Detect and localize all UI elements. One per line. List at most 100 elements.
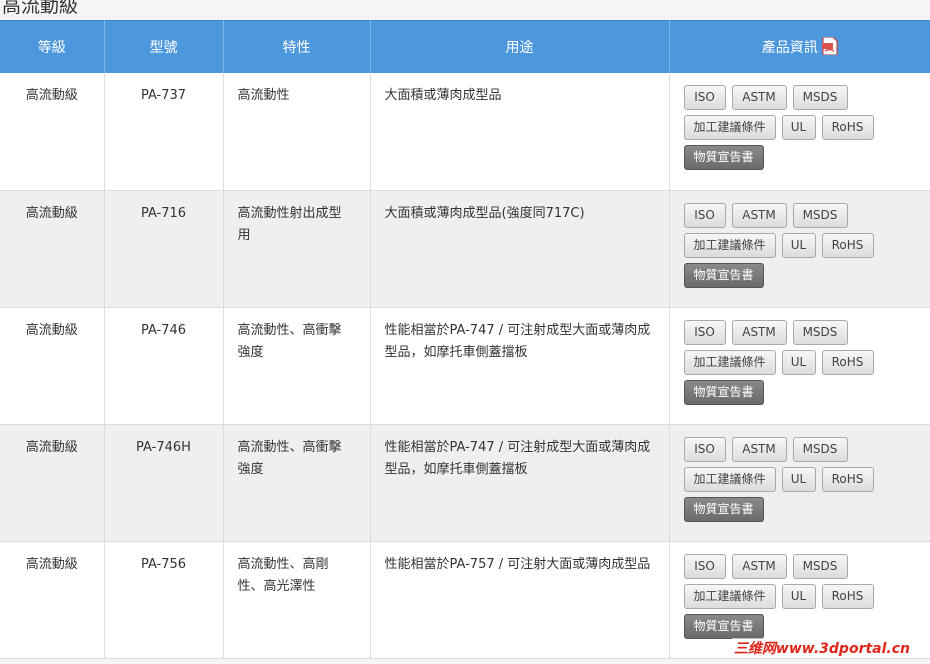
processing-conditions-button[interactable]: 加工建議條件 xyxy=(683,115,776,140)
msds-button[interactable]: MSDS xyxy=(792,202,848,228)
cell-model: PA-756 xyxy=(104,541,224,659)
feature-line-2: 用 xyxy=(237,227,251,243)
use-line-1: 性能相當於PA-747 / 可注射成型大面或薄肉成 xyxy=(384,439,651,455)
use-line-2: 型品，如摩托車側蓋擋板 xyxy=(384,344,528,360)
iso-button[interactable]: ISO xyxy=(683,553,726,579)
header-feature: 特性 xyxy=(223,20,371,73)
cell-feature: 高流動性、高剛 性、高光澤性 xyxy=(223,541,371,659)
pdf-icon xyxy=(821,36,838,56)
table-header-row: 等級 型號 特性 用途 產品資訊 xyxy=(0,20,930,73)
header-model: 型號 xyxy=(104,20,224,73)
info-button-row-3: 物質宣告書 xyxy=(683,262,917,293)
grade-text: 高流動級 xyxy=(25,205,78,221)
cell-product-info: ISO ASTM MSDS 加工建議條件 UL RoHS 物質宣告書 xyxy=(669,307,930,425)
model-text: PA-716 xyxy=(140,205,187,221)
info-button-row-1: ISO ASTM MSDS xyxy=(683,319,917,350)
rohs-button[interactable]: RoHS xyxy=(821,115,874,140)
feature-line-1: 高流動性、高剛 xyxy=(237,556,329,572)
iso-button[interactable]: ISO xyxy=(683,85,726,110)
processing-conditions-button[interactable]: 加工建議條件 xyxy=(683,466,776,492)
astm-button[interactable]: ASTM xyxy=(731,436,787,462)
msds-button[interactable]: MSDS xyxy=(792,436,848,462)
table-row: 高流動級 PA-746H 高流動性、高衝擊 強度 性能相當於PA-747 / 可注… xyxy=(0,424,930,542)
info-button-row-1: ISO ASTM MSDS xyxy=(683,436,917,467)
cell-use: 大面積或薄肉成型品(強度同717C) xyxy=(370,190,670,308)
header-info-label: 產品資訊 xyxy=(761,40,818,56)
info-button-row-2: 加工建議條件 UL RoHS xyxy=(683,115,917,145)
use-line-1: 性能相當於PA-757 / 可注射大面或薄肉成型品 xyxy=(384,556,651,572)
astm-button[interactable]: ASTM xyxy=(731,202,787,228)
cell-model: PA-737 xyxy=(104,73,224,191)
substance-declaration-button[interactable]: 物質宣告書 xyxy=(683,262,764,288)
rohs-button[interactable]: RoHS xyxy=(821,583,874,609)
feature-line-1: 高流動性、高衝擊 xyxy=(237,322,342,338)
header-info: 產品資訊 xyxy=(669,20,930,73)
astm-button[interactable]: ASTM xyxy=(731,85,787,110)
substance-declaration-button[interactable]: 物質宣告書 xyxy=(683,379,764,405)
use-line-2: 型品，如摩托車側蓋擋板 xyxy=(384,461,528,477)
rohs-button[interactable]: RoHS xyxy=(821,349,874,375)
cell-model: PA-716 xyxy=(104,190,224,308)
msds-button[interactable]: MSDS xyxy=(792,553,848,579)
grade-text: 高流動級 xyxy=(25,322,78,338)
table-row: 高流動級 PA-737 高流動性 大面積或薄肉成型品 ISO ASTM MSDS 加… xyxy=(0,73,930,191)
processing-conditions-button[interactable]: 加工建議條件 xyxy=(683,583,776,609)
msds-button[interactable]: MSDS xyxy=(792,319,848,345)
ul-button[interactable]: UL xyxy=(781,349,816,375)
iso-button[interactable]: ISO xyxy=(683,202,726,228)
cell-product-info: ISO ASTM MSDS 加工建議條件 UL RoHS 物質宣告書 xyxy=(669,424,930,542)
cell-use: 大面積或薄肉成型品 xyxy=(370,73,670,191)
product-spec-page: 高流動級 等級 型號 特性 用途 產品資訊 高流動級 PA-737 高流動性 大… xyxy=(0,0,930,664)
cell-feature: 高流動性射出成型用 xyxy=(223,190,371,308)
ul-button[interactable]: UL xyxy=(781,115,816,140)
product-spec-table: 等級 型號 特性 用途 產品資訊 高流動級 PA-737 高流動性 大面積或薄肉… xyxy=(0,20,930,659)
cell-grade: 高流動級 xyxy=(0,424,105,542)
rohs-button[interactable]: RoHS xyxy=(821,466,874,492)
substance-declaration-button[interactable]: 物質宣告書 xyxy=(683,145,764,170)
section-title: 高流動級 xyxy=(2,0,79,17)
watermark-text: 三维网www.3dportal.cn xyxy=(731,638,912,658)
use-line-1: 性能相當於PA-747 / 可注射成型大面或薄肉成 xyxy=(384,322,651,338)
header-use: 用途 xyxy=(370,20,670,73)
cell-use: 性能相當於PA-747 / 可注射成型大面或薄肉成 型品，如摩托車側蓋擋板 xyxy=(370,424,670,542)
ul-button[interactable]: UL xyxy=(781,232,816,258)
substance-declaration-button[interactable]: 物質宣告書 xyxy=(683,496,764,522)
info-button-row-1: ISO ASTM MSDS xyxy=(683,553,917,584)
msds-button[interactable]: MSDS xyxy=(792,85,848,110)
cell-feature: 高流動性、高衝擊 強度 xyxy=(223,307,371,425)
use-line-1: 大面積或薄肉成型品(強度同717C) xyxy=(384,205,585,221)
processing-conditions-button[interactable]: 加工建議條件 xyxy=(683,232,776,258)
grade-text: 高流動級 xyxy=(25,88,78,103)
info-button-row-2: 加工建議條件 UL RoHS xyxy=(683,466,917,497)
iso-button[interactable]: ISO xyxy=(683,319,726,345)
cell-product-info: ISO ASTM MSDS 加工建議條件 UL RoHS 物質宣告書 xyxy=(669,73,930,191)
feature-line-1: 高流動性 xyxy=(237,88,290,103)
feature-line-2: 強度 xyxy=(237,461,264,477)
substance-declaration-button[interactable]: 物質宣告書 xyxy=(683,613,764,639)
model-text: PA-737 xyxy=(140,88,187,103)
iso-button[interactable]: ISO xyxy=(683,436,726,462)
table-row: 高流動級 PA-716 高流動性射出成型用 大面積或薄肉成型品(強度同717C)… xyxy=(0,190,930,308)
cell-use: 性能相當於PA-747 / 可注射成型大面或薄肉成 型品，如摩托車側蓋擋板 xyxy=(370,307,670,425)
processing-conditions-button[interactable]: 加工建議條件 xyxy=(683,349,776,375)
header-grade: 等級 xyxy=(0,20,105,73)
feature-line-1: 高流動性射出成型 xyxy=(237,205,342,221)
model-text: PA-746 xyxy=(140,322,187,338)
cell-grade: 高流動級 xyxy=(0,541,105,659)
use-line-1: 大面積或薄肉成型品 xyxy=(384,88,502,103)
feature-line-1: 高流動性、高衝擊 xyxy=(237,439,342,455)
cell-model: PA-746 xyxy=(104,307,224,425)
rohs-button[interactable]: RoHS xyxy=(821,232,874,258)
info-button-row-2: 加工建議條件 UL RoHS xyxy=(683,349,917,380)
info-button-row-3: 物質宣告書 xyxy=(683,145,917,175)
cell-grade: 高流動級 xyxy=(0,307,105,425)
cell-model: PA-746H xyxy=(104,424,224,542)
info-button-row-2: 加工建議條件 UL RoHS xyxy=(683,583,917,614)
astm-button[interactable]: ASTM xyxy=(731,553,787,579)
ul-button[interactable]: UL xyxy=(781,466,816,492)
info-button-row-3: 物質宣告書 xyxy=(683,496,917,527)
table-row: 高流動級 PA-746 高流動性、高衝擊 強度 性能相當於PA-747 / 可注射… xyxy=(0,307,930,425)
astm-button[interactable]: ASTM xyxy=(731,319,787,345)
grade-text: 高流動級 xyxy=(25,439,78,455)
ul-button[interactable]: UL xyxy=(781,583,816,609)
